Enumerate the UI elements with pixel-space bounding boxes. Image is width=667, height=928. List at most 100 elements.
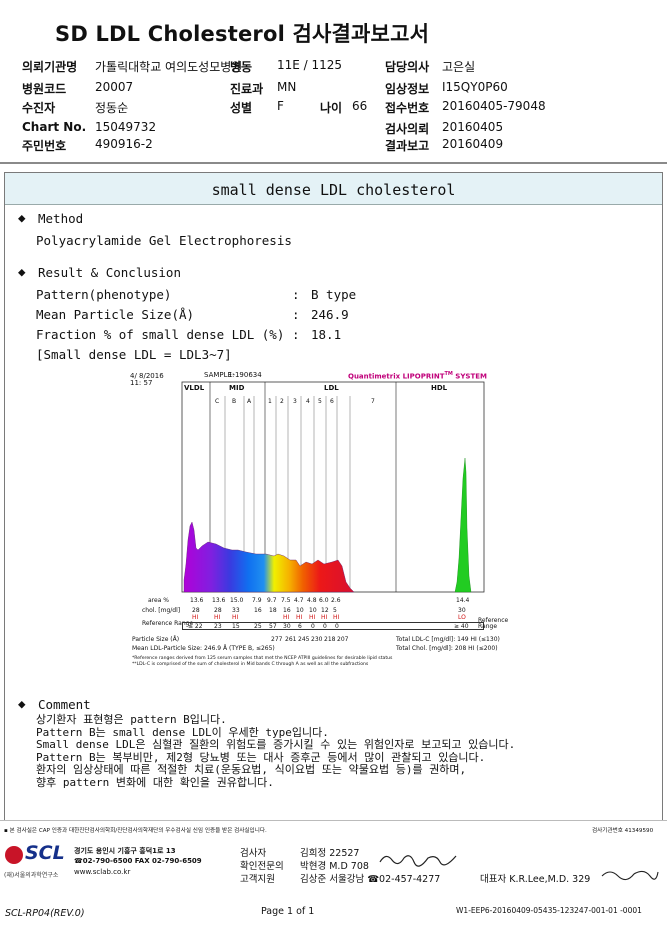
ref-label-right: Reference Range [478, 617, 509, 630]
flag-cell: HI [309, 614, 316, 621]
footnote-2: **LDL-C is comprised of the sum of chole… [132, 662, 369, 667]
ref-cell: ≥ 40 [454, 623, 469, 630]
area-cell: 13.6 [212, 597, 226, 604]
result-note: [Small dense LDL = LDL3~7] [36, 347, 232, 362]
area-cell: 7.9 [252, 597, 262, 604]
area-cell: 4.8 [307, 597, 317, 604]
diamond-icon: ◆ [18, 264, 26, 279]
area-cell: 14.4 [456, 597, 470, 604]
patient-value: 정동순 [95, 101, 129, 115]
area-cell: 15.0 [230, 597, 244, 604]
band-vldl: VLDL [184, 384, 205, 392]
result-value: 246.9 [311, 307, 349, 322]
form-id: SCL-RP04(REV.0) [5, 908, 85, 919]
comment-line: Small dense LDL은 심혈관 질환의 위험도를 증가시킬 수 있는 … [36, 738, 516, 752]
result-value: 18.1 [311, 327, 342, 342]
ref-cell: 23 [214, 623, 222, 630]
ref-cell: 57 [269, 623, 277, 630]
lipoprint-figure: 4/ 8/2016 11: 57 SAMPLE: 1-190634 Quanti… [128, 368, 509, 672]
cert-text: ▪ 본 검사실은 CAP 인증과 대한진단검사의학회/진단검사의학재단의 우수검… [4, 828, 267, 834]
method-text: Polyacrylamide Gel Electrophoresis [36, 233, 292, 248]
band-label: 4 [306, 398, 310, 405]
result-sep: : [292, 287, 300, 302]
mean-ldl: Mean LDL-Particle Size: 246.9 Å (TYPE B,… [132, 645, 275, 652]
area-cell: 13.6 [190, 597, 204, 604]
ref-cell: 25 [254, 623, 262, 630]
brand-label: Quantimetrix LIPOPRINTTM SYSTEM [348, 371, 487, 381]
result-heading: Result & Conclusion [38, 265, 181, 280]
result-value: B type [311, 287, 357, 302]
diamond-icon: ◆ [18, 210, 26, 225]
signature-icon [379, 855, 457, 867]
area-cell: 9.7 [267, 597, 277, 604]
header-divider [0, 162, 667, 164]
particle-cell: 218 [324, 636, 336, 643]
flag-cell: HI [333, 614, 340, 621]
ref-cell: 15 [232, 623, 240, 630]
total-chol: Total Chol. [mg/dl]: 208 HI (≤200) [396, 645, 498, 652]
particle-cell: 207 [337, 636, 349, 643]
area-label: area % [148, 597, 169, 604]
result-label: Pattern(phenotype) [36, 287, 172, 302]
dept-value: MN [277, 80, 297, 94]
staff-name: 김희정 22527 [300, 848, 360, 859]
figure-time: 11: 57 [130, 379, 153, 387]
clinical-value: I15QY0P60 [442, 80, 508, 94]
comment-line: 향후 pattern 변화에 대한 확인을 권유합니다. [36, 775, 274, 789]
chol-cell: 12 [321, 607, 329, 614]
report-label: 결과보고 [385, 139, 430, 153]
lab-address: 경기도 용인시 기흥구 흥덕1로 13 [74, 847, 176, 855]
result-sep: : [292, 327, 300, 342]
particle-cell: 245 [298, 636, 310, 643]
resident-label: 주민번호 [22, 139, 67, 153]
chol-cell: 10 [296, 607, 304, 614]
lab-corp: (재)서울의과학연구소 [4, 872, 59, 879]
staff-role: 검사자 [240, 848, 267, 859]
flag-cell: LO [458, 614, 466, 621]
band-mid: MID [229, 384, 245, 392]
band-hdl: HDL [431, 384, 448, 392]
total-ldl: Total LDL-C [mg/dl]: 149 HI (≤130) [396, 636, 500, 643]
request-label: 검사의뢰 [385, 122, 430, 136]
chol-cell: 18 [269, 607, 277, 614]
chol-cell: 16 [254, 607, 262, 614]
doctor-label: 담당의사 [385, 60, 430, 74]
ref-cell: 0 [323, 623, 327, 630]
chol-cell: 30 [458, 607, 466, 614]
chart-value: 15049732 [95, 120, 157, 134]
area-cell: 2.6 [331, 597, 341, 604]
ref-cell: 0 [335, 623, 339, 630]
method-heading: Method [38, 211, 84, 226]
institution-label: 의뢰기관명 [22, 60, 78, 74]
dept-label: 진료과 [230, 82, 264, 96]
staff-role: 확인전문의 [240, 861, 284, 872]
flag-cell: HI [214, 614, 221, 621]
result-label: Fraction % of small dense LDL (%) [36, 327, 285, 342]
lab-web[interactable]: www.sclab.co.kr [74, 868, 130, 876]
chol-cell: 16 [283, 607, 291, 614]
area-cell: 7.5 [281, 597, 291, 604]
ref-cell: ≤ 22 [188, 623, 203, 630]
page-number: Page 1 of 1 [261, 906, 315, 917]
report-value: 20160409 [442, 137, 504, 151]
receipt-label: 접수번호 [385, 101, 430, 115]
flag-cell: HI [321, 614, 328, 621]
ceo: 대표자 K.R.Lee,M.D. 329 [480, 874, 591, 885]
band-label: B [232, 398, 237, 405]
band-label: 3 [293, 398, 297, 405]
band-label: 6 [330, 398, 334, 405]
band-label: 1 [268, 398, 272, 405]
cert-no: 검사기관번호 41349590 [592, 828, 654, 834]
comment-body: 상기환자 표현형은 pattern B입니다. Pattern B는 small… [36, 713, 516, 790]
chol-cell: 28 [192, 607, 200, 614]
footer-divider [0, 820, 667, 821]
staff-name: 박현경 M.D 708 [300, 861, 369, 872]
chol-cell: 33 [232, 607, 240, 614]
doc-id: W1-EEP6-20160409-05435-123247-001-01 -00… [456, 906, 642, 915]
ward-label: 병동 [230, 60, 253, 74]
institution-value: 가톨릭대학교 여의도성모병원 [95, 60, 243, 74]
ref-cell: 6 [298, 623, 302, 630]
particle-cell: 261 [285, 636, 297, 643]
ref-cell: 0 [311, 623, 315, 630]
reference-box [182, 622, 484, 630]
